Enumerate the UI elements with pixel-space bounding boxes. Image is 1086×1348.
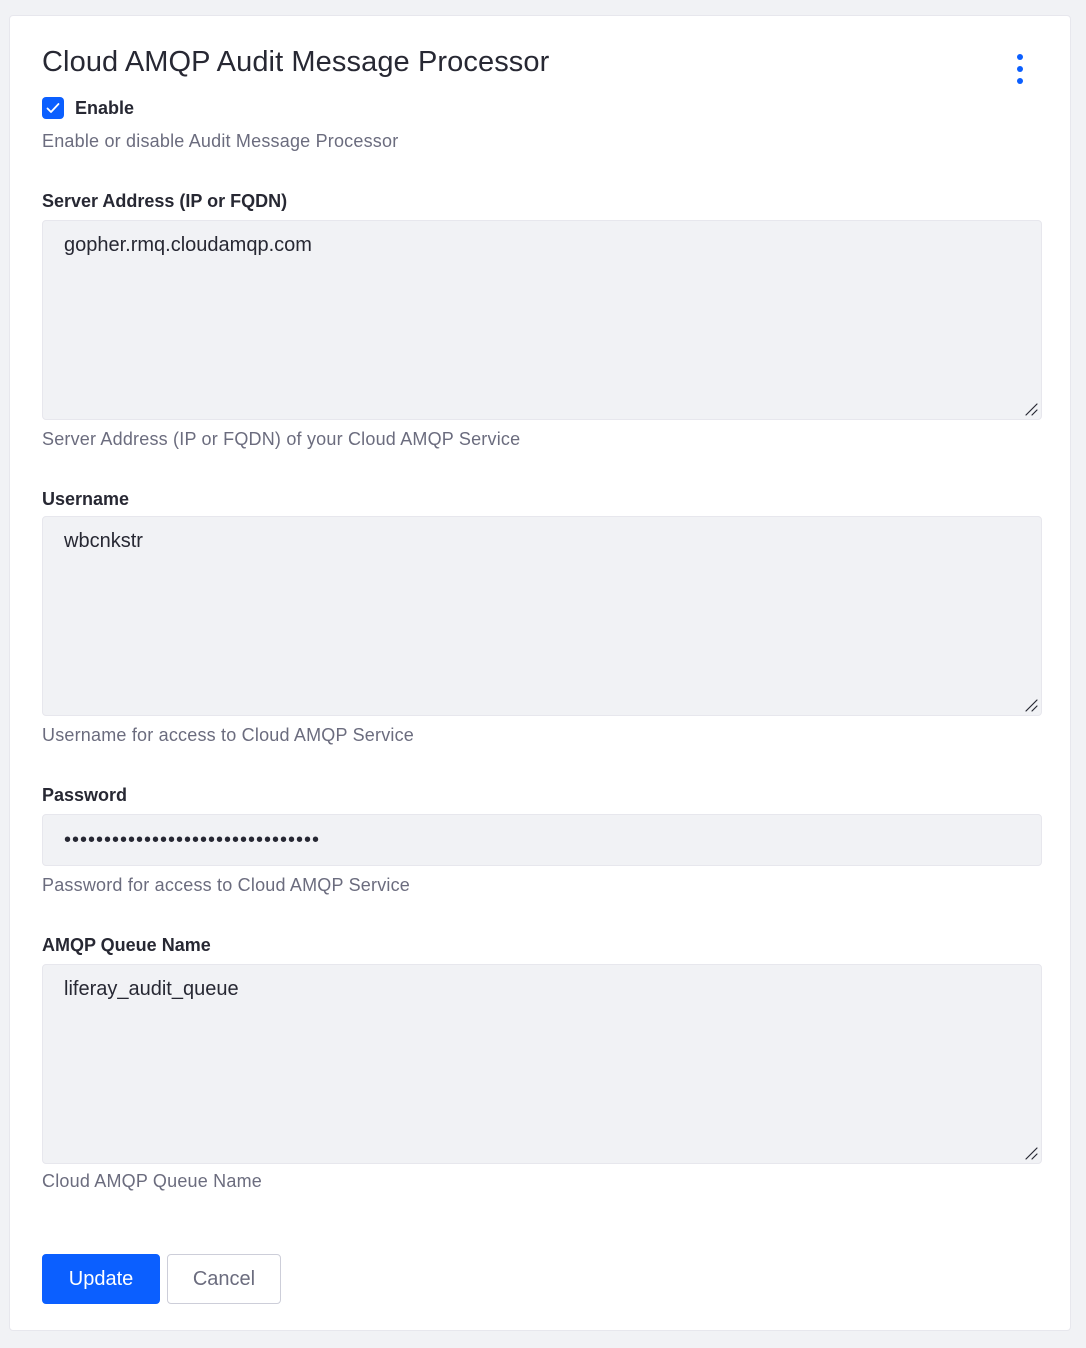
resize-handle-icon[interactable] [1023, 1145, 1039, 1161]
enable-label[interactable]: Enable [75, 98, 134, 119]
enable-help-text: Enable or disable Audit Message Processo… [42, 131, 399, 151]
kebab-dot [1017, 78, 1023, 84]
settings-card: Cloud AMQP Audit Message Processor Enabl… [9, 15, 1071, 1331]
queue-name-help: Cloud AMQP Queue Name [42, 1171, 262, 1191]
username-value: wbcnkstr [64, 530, 143, 552]
cancel-button[interactable]: Cancel [167, 1254, 281, 1304]
username-textarea[interactable]: wbcnkstr [42, 516, 1042, 716]
server-address-label: Server Address (IP or FQDN) [42, 191, 288, 211]
checkmark-icon [46, 103, 60, 113]
page-title: Cloud AMQP Audit Message Processor [42, 46, 550, 78]
queue-name-textarea[interactable]: liferay_audit_queue [42, 964, 1042, 1164]
vertical-ellipsis-icon[interactable] [1010, 52, 1030, 86]
kebab-dot [1017, 54, 1023, 60]
update-button[interactable]: Update [42, 1254, 160, 1304]
queue-name-value: liferay_audit_queue [64, 978, 239, 1000]
server-address-value: gopher.rmq.cloudamqp.com [64, 234, 312, 256]
server-address-textarea[interactable]: gopher.rmq.cloudamqp.com [42, 220, 1042, 420]
enable-toggle-row: Enable [42, 96, 134, 120]
enable-checkbox[interactable] [42, 97, 64, 119]
username-help: Username for access to Cloud AMQP Servic… [42, 725, 415, 745]
password-label: Password [42, 785, 128, 805]
password-field[interactable]: •••••••••••••••••••••••••••••••• [42, 814, 1042, 866]
resize-handle-icon[interactable] [1023, 401, 1039, 417]
queue-name-label: AMQP Queue Name [42, 935, 211, 955]
resize-handle-icon[interactable] [1023, 697, 1039, 713]
server-address-help: Server Address (IP or FQDN) of your Clou… [42, 429, 521, 449]
password-help: Password for access to Cloud AMQP Servic… [42, 875, 411, 895]
kebab-dot [1017, 66, 1023, 72]
username-label: Username [42, 489, 130, 509]
